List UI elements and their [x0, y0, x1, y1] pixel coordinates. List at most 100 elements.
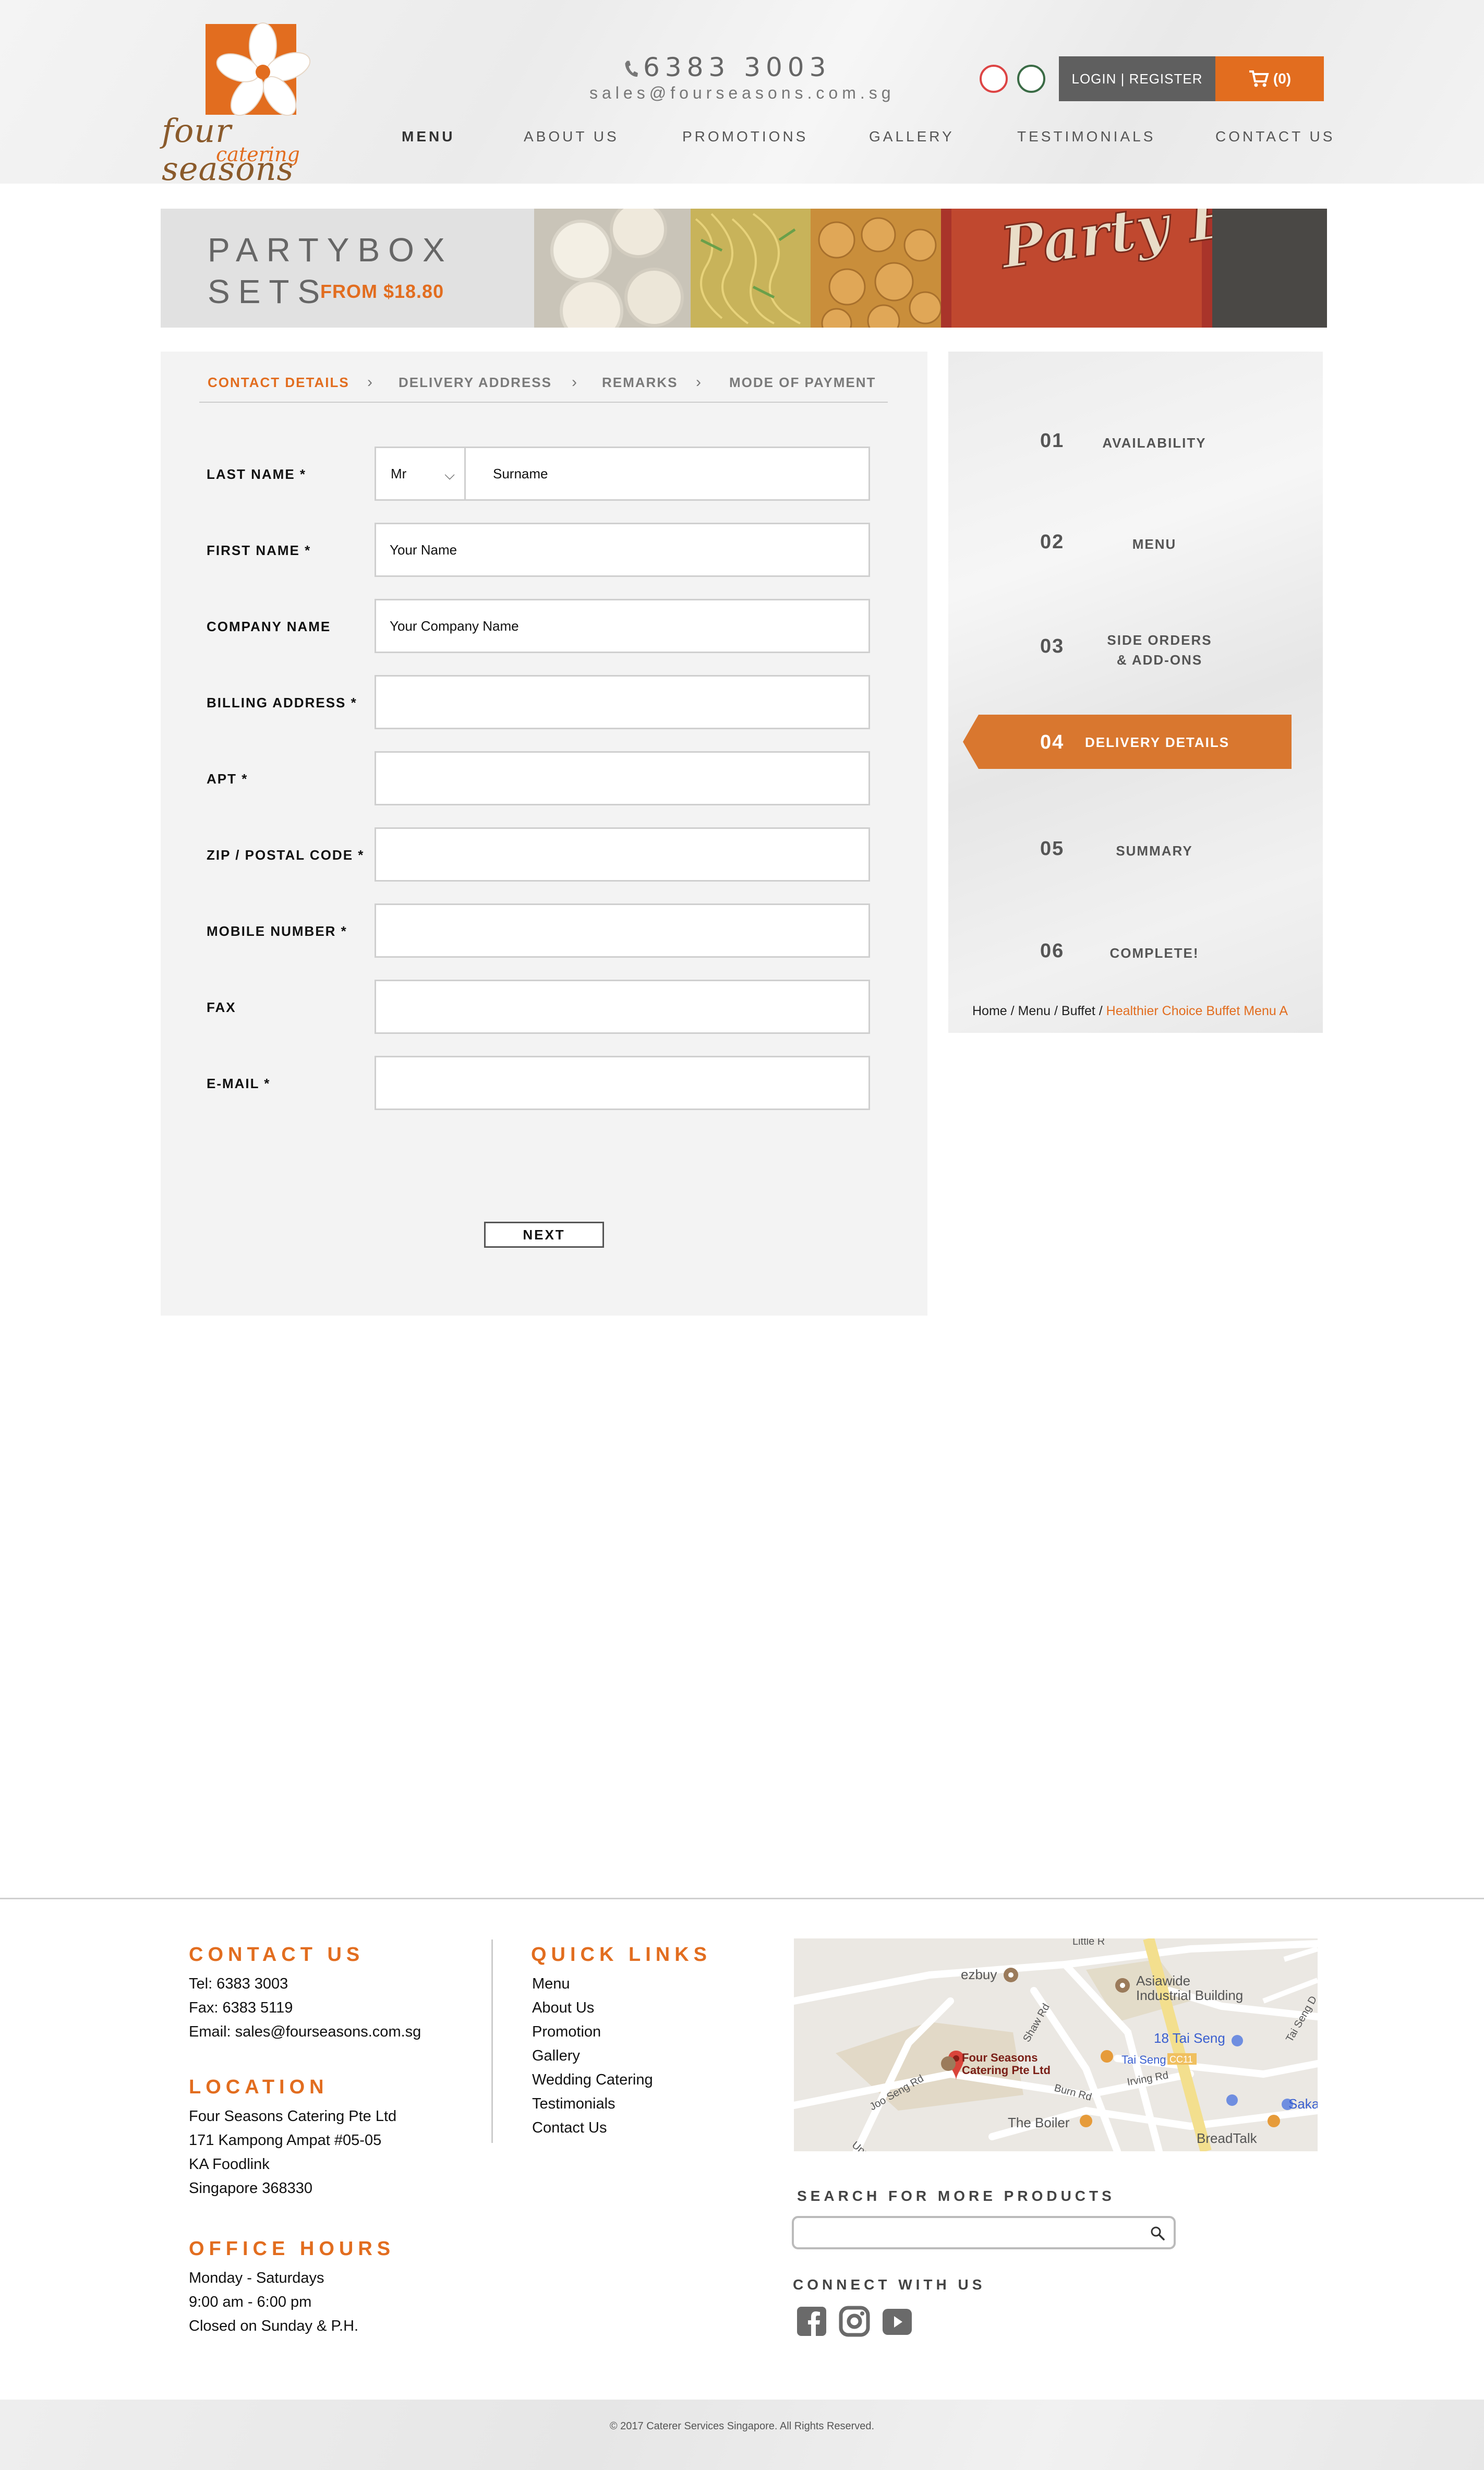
- footer-address: Four Seasons Catering Pte Ltd 171 Kampon…: [189, 2104, 396, 2200]
- instagram-icon[interactable]: [839, 2306, 870, 2337]
- step-side-orders[interactable]: 03 SIDE ORDERS & ADD-ONS: [948, 620, 1323, 672]
- map-pin-label: Four Seasons: [962, 2051, 1037, 2064]
- tab-remarks[interactable]: REMARKS: [602, 375, 678, 391]
- first-name-field: [375, 523, 870, 577]
- footer-column-divider: [491, 1939, 493, 2143]
- header-email[interactable]: sales@fourseasons.com.sg: [589, 83, 902, 103]
- step-delivery-details-active[interactable]: 04 DELIVERY DETAILS: [963, 715, 1292, 769]
- step-label: SUMMARY: [1116, 843, 1193, 859]
- email-input[interactable]: [376, 1057, 868, 1109]
- footer-location-heading: LOCATION: [189, 2076, 329, 2098]
- order-steps-panel: 01 AVAILABILITY 02 MENU 03 SIDE ORDERS &…: [948, 352, 1323, 1033]
- facebook-icon[interactable]: [796, 2306, 827, 2337]
- map-label: 18 Tai Seng: [1154, 2030, 1225, 2046]
- footer-link-about[interactable]: About Us: [532, 1996, 653, 2020]
- location-map[interactable]: ezbuy Asiawide Industrial Building 18 Ta…: [794, 1938, 1318, 2151]
- step-summary[interactable]: 05 SUMMARY: [948, 822, 1323, 874]
- footer-tel[interactable]: Tel: 6383 3003: [189, 1972, 421, 1996]
- map-label: Asiawide: [1136, 1973, 1190, 1989]
- breadcrumb-home[interactable]: Home: [972, 1004, 1007, 1018]
- email-field: [375, 1056, 870, 1110]
- email-label: E-MAIL *: [207, 1076, 271, 1091]
- address-line: 171 Kampong Ampat #05-05: [189, 2132, 382, 2149]
- tab-delivery-address[interactable]: DELIVERY ADDRESS: [399, 375, 552, 391]
- breadcrumb-buffet[interactable]: Buffet: [1061, 1004, 1095, 1018]
- footer-email[interactable]: Email: sales@fourseasons.com.sg: [189, 2020, 421, 2044]
- billing-address-input[interactable]: [376, 677, 868, 728]
- cart-icon: [1249, 70, 1269, 87]
- address-line: KA Foodlink: [189, 2156, 270, 2173]
- next-button[interactable]: NEXT: [484, 1222, 604, 1248]
- surname-wrap: [466, 448, 868, 499]
- footer-divider: [0, 1898, 1484, 1899]
- billing-address-field: [375, 675, 870, 729]
- footer-links-heading: QUICK LINKS: [531, 1944, 711, 1966]
- step-number: 05: [1040, 838, 1065, 860]
- company-name-input[interactable]: [376, 600, 868, 652]
- phone-number[interactable]: 6383 3003: [623, 52, 842, 83]
- step-menu[interactable]: 02 MENU: [948, 515, 1323, 568]
- search-input[interactable]: [794, 2218, 1174, 2247]
- apt-label: APT *: [207, 771, 248, 787]
- footer-link-contact[interactable]: Contact Us: [532, 2116, 653, 2140]
- last-name-field-group: Mr ⌵: [375, 447, 870, 501]
- footer-link-gallery[interactable]: Gallery: [532, 2044, 653, 2068]
- footer-contact-heading: CONTACT US: [189, 1944, 365, 1966]
- tab-mode-of-payment[interactable]: MODE OF PAYMENT: [729, 375, 876, 391]
- hours-line: 9:00 am - 6:00 pm: [189, 2294, 312, 2310]
- nav-contact-us[interactable]: CONTACT US: [1215, 128, 1335, 145]
- title-select[interactable]: Mr ⌵: [376, 448, 466, 499]
- address-line: Four Seasons Catering Pte Ltd: [189, 2108, 397, 2125]
- nav-testimonials[interactable]: TESTIMONIALS: [1017, 128, 1155, 145]
- footer-link-promotion[interactable]: Promotion: [532, 2020, 653, 2044]
- footer-hours: Monday - Saturdays 9:00 am - 6:00 pm Clo…: [189, 2266, 358, 2338]
- cart-count: (0): [1273, 70, 1292, 87]
- nav-promotions[interactable]: PROMOTIONS: [682, 128, 808, 145]
- breadcrumb-current: Healthier Choice Buffet Menu A: [1106, 1004, 1288, 1018]
- tabs-divider: [199, 402, 888, 403]
- map-graphic: ezbuy Asiawide Industrial Building 18 Ta…: [794, 1938, 1318, 2151]
- title-select-value: Mr: [391, 465, 407, 481]
- step-availability[interactable]: 01 AVAILABILITY: [948, 414, 1323, 466]
- step-label: AVAILABILITY: [1102, 435, 1206, 451]
- apt-input[interactable]: [376, 753, 868, 804]
- search-icon[interactable]: [1150, 2225, 1165, 2241]
- tab-contact-details[interactable]: CONTACT DETAILS: [208, 375, 349, 391]
- zip-input[interactable]: [376, 829, 868, 880]
- last-name-label: LAST NAME *: [207, 466, 306, 482]
- login-register-button[interactable]: LOGIN | REGISTER: [1059, 56, 1215, 101]
- promo-banner[interactable]: PARTYBOX SETS FROM $18.80 Party Box: [161, 209, 1327, 328]
- nav-gallery[interactable]: GALLERY: [869, 128, 955, 145]
- hours-line: Closed on Sunday & P.H.: [189, 2318, 359, 2334]
- footer-link-testimonials[interactable]: Testimonials: [532, 2092, 653, 2116]
- youtube-icon[interactable]: [882, 2306, 913, 2337]
- breadcrumb: Home / Menu / Buffet / Healthier Choice …: [972, 1004, 1288, 1019]
- mobile-input[interactable]: [376, 905, 868, 956]
- footer-link-wedding[interactable]: Wedding Catering: [532, 2068, 653, 2092]
- halal-badge: [1017, 65, 1045, 93]
- chevron-right-icon: ›: [572, 373, 577, 391]
- map-label: The Boiler: [1008, 2115, 1070, 2130]
- surname-input[interactable]: [466, 448, 868, 499]
- map-label: Saka: [1288, 2096, 1318, 2112]
- fax-input[interactable]: [376, 981, 868, 1032]
- logo[interactable]: four seasons catering: [162, 19, 355, 188]
- footer-link-menu[interactable]: Menu: [532, 1972, 653, 1996]
- email-row: E-MAIL *: [207, 1056, 885, 1110]
- company-name-row: COMPANY NAME: [207, 599, 885, 653]
- step-complete[interactable]: 06 COMPLETE!: [948, 924, 1323, 977]
- phone-icon: [625, 61, 638, 77]
- chevron-right-icon: ›: [696, 373, 701, 391]
- nav-menu[interactable]: MENU: [402, 128, 455, 145]
- step-label: DELIVERY DETAILS: [1085, 734, 1230, 750]
- step-number: 03: [1040, 635, 1065, 657]
- nav-about-us[interactable]: ABOUT US: [524, 128, 619, 145]
- breadcrumb-menu[interactable]: Menu: [1018, 1004, 1051, 1018]
- company-name-field: [375, 599, 870, 653]
- step-number: 04: [1040, 731, 1065, 753]
- first-name-input[interactable]: [376, 524, 868, 575]
- cart-button[interactable]: (0): [1215, 56, 1324, 101]
- map-label: BreadTalk: [1197, 2130, 1258, 2146]
- map-label: CC11: [1169, 2054, 1193, 2065]
- mobile-field: [375, 903, 870, 958]
